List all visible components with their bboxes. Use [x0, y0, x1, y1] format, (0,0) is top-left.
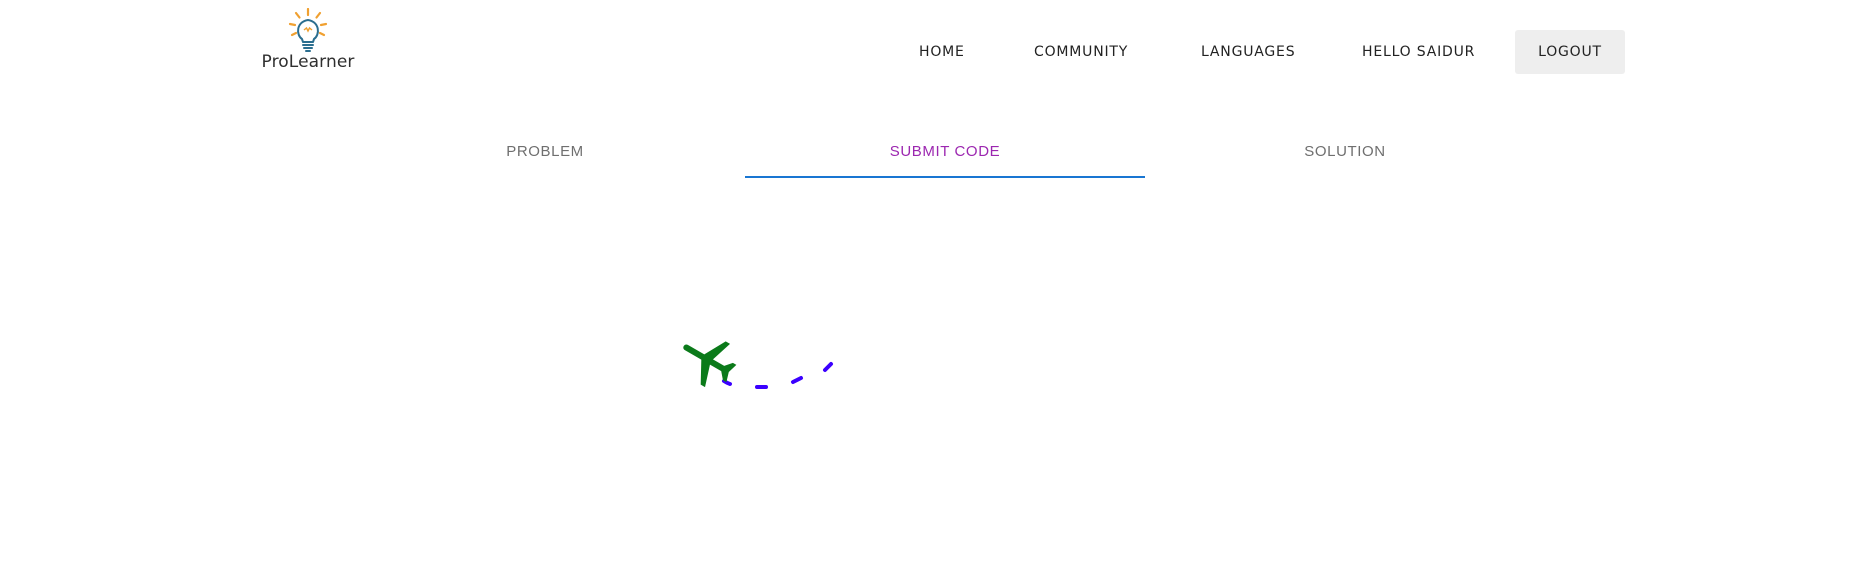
tab-submit-code[interactable]: SUBMIT CODE — [745, 130, 1145, 178]
top-nav: HOME COMMUNITY LANGUAGES HELLO SAIDUR LO… — [0, 30, 1851, 74]
logout-button[interactable]: LOGOUT — [1515, 30, 1625, 74]
nav-home-link[interactable]: HOME — [919, 30, 965, 74]
problem-tabs: PROBLEM SUBMIT CODE SOLUTION — [345, 130, 1545, 178]
loading-animation — [683, 341, 833, 389]
nav-community-link[interactable]: COMMUNITY — [1034, 30, 1128, 74]
active-tab-indicator — [745, 176, 1145, 178]
trail-dashes — [722, 362, 833, 389]
page: ProLearner HOME COMMUNITY LANGUAGES HELL… — [0, 0, 1851, 584]
nav-languages-link[interactable]: LANGUAGES — [1201, 30, 1295, 74]
tab-problem[interactable]: PROBLEM — [345, 130, 745, 178]
tab-solution[interactable]: SOLUTION — [1145, 130, 1545, 178]
airplane-icon — [683, 341, 737, 388]
user-greeting-link[interactable]: HELLO SAIDUR — [1362, 30, 1475, 74]
